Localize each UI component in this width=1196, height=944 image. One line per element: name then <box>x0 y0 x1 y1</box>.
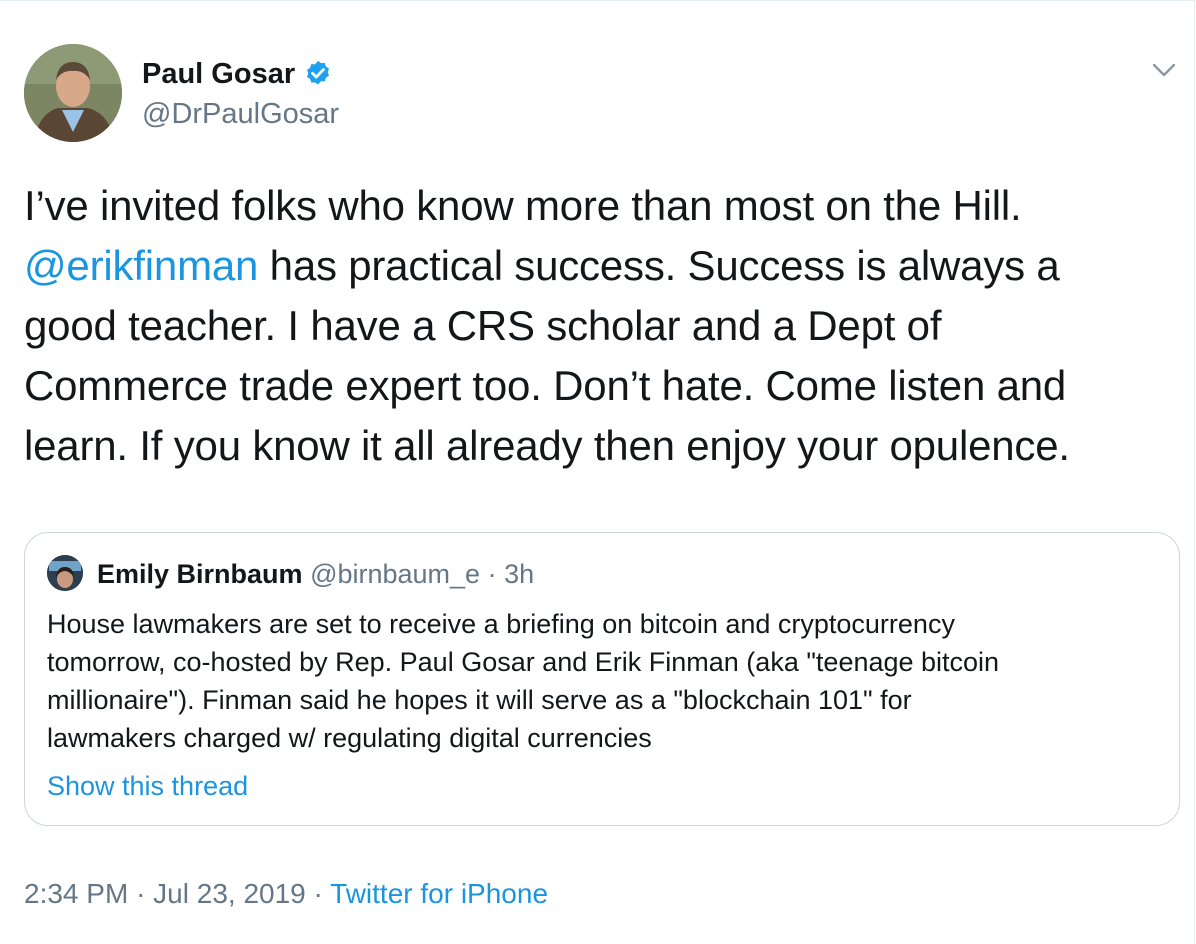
tweet-date[interactable]: Jul 23, 2019 <box>153 878 306 909</box>
show-thread-link[interactable]: Show this thread <box>47 769 248 803</box>
tweet-text: I’ve invited folks who know more than mo… <box>24 176 1174 476</box>
quoted-author-handle[interactable]: @birnbaum_e <box>310 559 480 589</box>
tweet-line: learn. If you know it all already then e… <box>24 416 1174 476</box>
quoted-line: tomorrow, co-hosted by Rep. Paul Gosar a… <box>47 647 1000 677</box>
quoted-author-name[interactable]: Emily Birnbaum <box>97 559 303 589</box>
quoted-text: House lawmakers are set to receive a bri… <box>47 605 1157 757</box>
author-avatar[interactable] <box>24 44 122 142</box>
quoted-line: millionaire"). Finman said he hopes it w… <box>47 685 912 715</box>
tweet-line: good teacher. I have a CRS scholar and a… <box>24 296 1174 356</box>
tweet-line: I’ve invited folks who know more than mo… <box>24 176 1174 236</box>
quoted-header: Emily Birnbaum @birnbaum_e · 3h <box>97 557 534 591</box>
avatar-photo-icon <box>24 44 122 142</box>
tweet-line-text: has practical success. Success is always… <box>258 242 1060 289</box>
quoted-separator: · <box>487 559 497 589</box>
tweet-line: Commerce trade expert too. Don’t hate. C… <box>24 356 1174 416</box>
verified-badge-icon <box>307 60 330 85</box>
tweet-time[interactable]: 2:34 PM <box>24 878 128 909</box>
author-name[interactable]: Paul Gosar <box>142 56 295 92</box>
quoted-avatar-photo-icon <box>47 555 83 591</box>
author-name-row[interactable]: Paul Gosar <box>142 56 333 92</box>
chevron-down-icon[interactable] <box>1150 58 1178 82</box>
quoted-avatar[interactable] <box>47 555 83 591</box>
tweet-metadata: 2:34 PM · Jul 23, 2019 · Twitter for iPh… <box>24 876 548 912</box>
tweet-source-link[interactable]: Twitter for iPhone <box>330 878 548 909</box>
quoted-line: House lawmakers are set to receive a bri… <box>47 609 955 639</box>
meta-separator: · <box>136 878 146 909</box>
quoted-tweet[interactable]: Emily Birnbaum @birnbaum_e · 3h House la… <box>24 532 1180 826</box>
tweet-line-text: learn. If you know it all already then e… <box>24 422 1070 469</box>
quoted-line: lawmakers charged w/ regulating digital … <box>47 723 652 753</box>
tweet-line-text: Commerce trade expert too. Don’t hate. C… <box>24 362 1067 409</box>
tweet-line-text: good teacher. I have a CRS scholar and a… <box>24 302 942 349</box>
meta-separator: · <box>313 878 323 909</box>
mention-link-erikfinman[interactable]: @erikfinman <box>24 242 258 289</box>
quoted-timestamp[interactable]: 3h <box>504 559 534 589</box>
tweet-line: @erikfinman has practical success. Succe… <box>24 236 1174 296</box>
author-handle[interactable]: @DrPaulGosar <box>142 96 339 132</box>
tweet-line-text: I’ve invited folks who know more than mo… <box>24 182 1022 229</box>
